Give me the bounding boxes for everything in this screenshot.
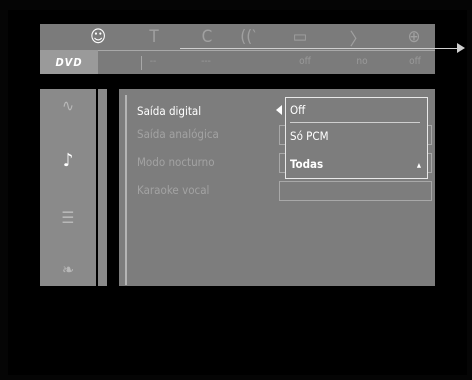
karaoke-vocal-value-box[interactable] bbox=[279, 181, 432, 201]
chapter-icon[interactable]: C bbox=[193, 26, 221, 48]
subtitle-audio-icon[interactable]: ☺ bbox=[84, 26, 112, 48]
subtitle-value: off bbox=[299, 56, 311, 67]
scroll-indicator-icon: ▲ bbox=[416, 162, 421, 169]
language-settings-icon[interactable]: ☰ bbox=[40, 202, 96, 232]
chapter-value: --- bbox=[201, 56, 211, 67]
title-value: -- bbox=[149, 56, 157, 67]
panel-edge-line bbox=[125, 95, 127, 285]
menu-item-night-mode[interactable]: Modo nocturno bbox=[137, 152, 215, 172]
subtitle-bubble-icon[interactable]: ▭ bbox=[286, 26, 314, 48]
angle-icon[interactable]: 〉 bbox=[344, 26, 372, 50]
angle-value: no bbox=[356, 56, 368, 67]
zoom-icon[interactable]: ⊕ bbox=[400, 26, 428, 48]
dropdown-option-pcm-only[interactable]: Só PCM bbox=[290, 124, 420, 148]
digital-output-dropdown[interactable]: Off Só PCM Todas ▲ bbox=[285, 97, 428, 179]
dropdown-option-all[interactable]: Todas bbox=[290, 152, 420, 176]
audio-sound-icon[interactable]: ((‵ bbox=[234, 26, 262, 48]
menu-item-karaoke-vocal[interactable]: Karaoke vocal bbox=[137, 180, 209, 200]
menu-item-analog-output[interactable]: Saída analógica bbox=[137, 124, 219, 144]
divider bbox=[98, 50, 435, 51]
top-status-bar: DVD ☺ T C ((‵ ▭ 〉 ⊕ -- --- off no off bbox=[40, 24, 465, 74]
sidebar-scroll-strip bbox=[97, 89, 107, 286]
dropdown-option-off[interactable]: Off bbox=[290, 98, 420, 123]
audio-settings-icon[interactable]: ♪ bbox=[40, 145, 96, 175]
title-icon[interactable]: T bbox=[140, 26, 168, 48]
zoom-value: off bbox=[409, 56, 421, 67]
settings-sidebar: ∿ ♪ ☰ ❧ bbox=[40, 89, 96, 286]
selector-arrow-line bbox=[180, 48, 459, 49]
picture-settings-icon[interactable]: ∿ bbox=[40, 90, 96, 120]
dvd-logo: DVD bbox=[40, 50, 98, 74]
feature-settings-icon[interactable]: ❧ bbox=[40, 254, 96, 284]
selection-caret-icon bbox=[276, 105, 282, 115]
menu-item-digital-output[interactable]: Saída digital bbox=[137, 101, 201, 121]
arrow-right-icon bbox=[457, 43, 465, 53]
